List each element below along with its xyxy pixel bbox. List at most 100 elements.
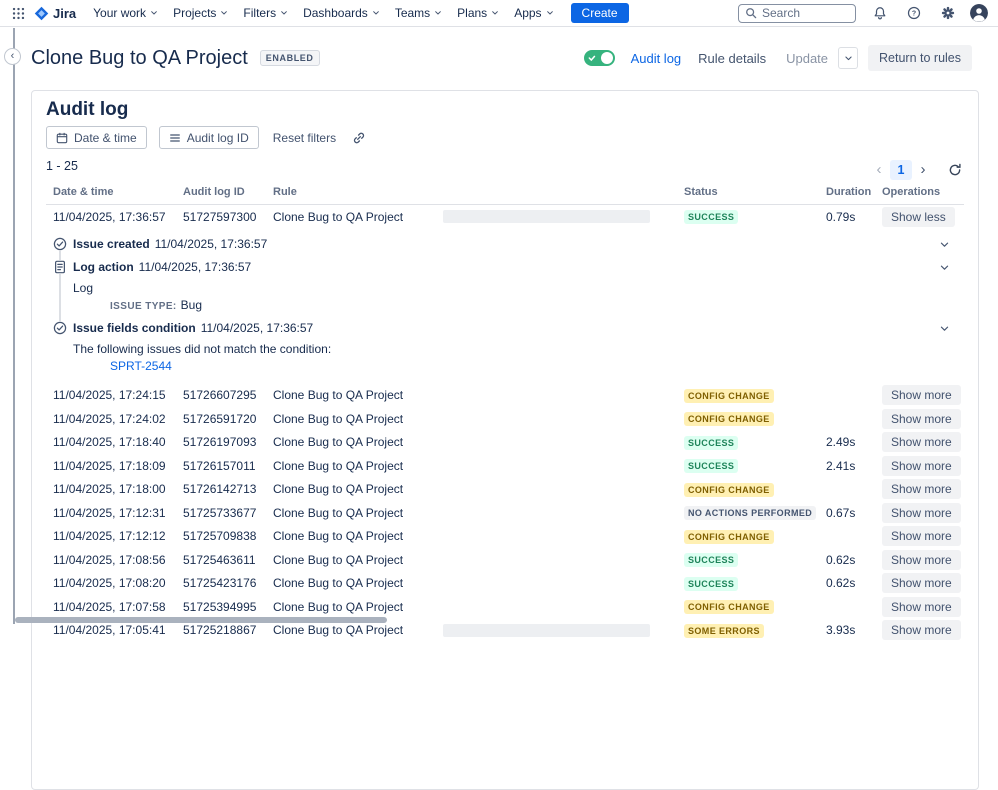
rule-enabled-toggle[interactable]: [584, 50, 615, 66]
row-rule: Clone Bug to QA Project: [273, 388, 403, 402]
nav-item-projects[interactable]: Projects: [166, 3, 235, 23]
show-more-button[interactable]: Show more: [882, 620, 961, 640]
return-to-rules-button[interactable]: Return to rules: [868, 45, 972, 71]
expand-item-button[interactable]: [937, 237, 952, 252]
result-range: 1 - 25: [46, 159, 78, 173]
update-button[interactable]: Update: [778, 47, 836, 70]
create-button[interactable]: Create: [571, 3, 629, 23]
chevron-down-icon: [280, 9, 288, 17]
row-status: SUCCESS: [684, 209, 826, 224]
status-badge: SUCCESS: [684, 577, 738, 591]
row-audit-log-id: 51726197093: [183, 435, 273, 449]
show-more-button[interactable]: Show more: [882, 409, 961, 429]
prev-page-button[interactable]: ‹: [871, 160, 887, 180]
chevron-down-icon: [939, 239, 950, 250]
help-button[interactable]: ?: [902, 2, 926, 24]
status-badge: CONFIG CHANGE: [684, 389, 774, 403]
row-status: SUCCESS: [684, 552, 826, 567]
table-row: 11/04/2025, 17:12:12 51725709838 Clone B…: [46, 525, 964, 549]
chevron-down-icon: [844, 54, 853, 63]
update-options-button[interactable]: [838, 47, 858, 69]
check-circle-icon: [53, 237, 67, 251]
show-more-button[interactable]: Show more: [882, 526, 961, 546]
top-navigation: Jira Your work Projects FiltersDashboards T…: [0, 0, 998, 27]
table-row: 11/04/2025, 17:18:09 51726157011 Clone B…: [46, 454, 964, 478]
show-more-button[interactable]: Show more: [882, 597, 961, 617]
nav-item-teams[interactable]: Teams: [388, 3, 449, 23]
show-more-button[interactable]: Show more: [882, 503, 961, 523]
nav-item-plans[interactable]: Plans: [450, 3, 506, 23]
show-more-button[interactable]: Show more: [882, 479, 961, 499]
settings-button[interactable]: [936, 2, 960, 24]
row-date: 11/04/2025, 17:18:40: [53, 435, 183, 449]
reset-filters-button[interactable]: Reset filters: [271, 131, 338, 145]
collapse-item-button[interactable]: [937, 260, 952, 275]
row-date: 11/04/2025, 17:24:15: [53, 388, 183, 402]
nav-item-label: Teams: [395, 6, 430, 20]
collapse-item-button[interactable]: [937, 321, 952, 336]
svg-text:?: ?: [912, 11, 916, 18]
filter-date-time-button[interactable]: Date & time: [46, 126, 147, 149]
row-audit-log-id: 51725423176: [183, 576, 273, 590]
row-audit-log-id: 51726591720: [183, 412, 273, 426]
search-input[interactable]: Search: [738, 4, 856, 23]
brand-name: Jira: [53, 6, 76, 21]
nav-item-label: Projects: [173, 6, 216, 20]
status-badge: SUCCESS: [684, 210, 738, 224]
status-badge: CONFIG CHANGE: [684, 483, 774, 497]
show-more-button[interactable]: Show more: [882, 385, 961, 405]
page-number-button[interactable]: 1: [890, 160, 912, 180]
row-audit-log-id: 51725709838: [183, 529, 273, 543]
row-rule: Clone Bug to QA Project: [273, 623, 403, 637]
chevron-down-icon: [150, 9, 158, 17]
show-more-button[interactable]: Show more: [882, 550, 961, 570]
next-page-button[interactable]: ›: [915, 160, 931, 180]
check-circle-icon: [53, 321, 67, 335]
search-placeholder: Search: [762, 6, 800, 20]
detail-item-time: 11/04/2025, 17:36:57: [201, 321, 314, 335]
row-audit-log-id: 51725394995: [183, 600, 273, 614]
show-less-button[interactable]: Show less: [882, 207, 955, 227]
nav-item-apps[interactable]: Apps: [507, 3, 560, 23]
row-rule: Clone Bug to QA Project: [273, 210, 403, 224]
toggle-knob: [601, 52, 613, 64]
tab-rule-details[interactable]: Rule details: [692, 47, 772, 70]
show-more-button[interactable]: Show more: [882, 573, 961, 593]
show-more-button[interactable]: Show more: [882, 432, 961, 452]
results-toolbar: 1 - 25 ‹ 1 ›: [46, 156, 964, 180]
log-output-value: ISSUE TYPE:Bug: [110, 297, 956, 315]
detail-item-time: 11/04/2025, 17:36:57: [139, 260, 252, 274]
table-row: 11/04/2025, 17:08:20 51725423176 Clone B…: [46, 572, 964, 596]
status-badge: SUCCESS: [684, 459, 738, 473]
audit-log-heading: Audit log: [46, 98, 964, 122]
nav-item-label: Your work: [93, 6, 146, 20]
row-rule: Clone Bug to QA Project: [273, 459, 403, 473]
filter-audit-log-id-button[interactable]: Audit log ID: [159, 126, 259, 149]
nav-item-label: Plans: [457, 6, 487, 20]
copy-link-button[interactable]: [350, 131, 368, 145]
row-duration: 0.79s: [826, 210, 882, 224]
notifications-button[interactable]: [868, 2, 892, 24]
sidebar-divider: [13, 28, 15, 624]
detail-item-time: 11/04/2025, 17:36:57: [155, 237, 268, 251]
jira-logo-icon: [34, 6, 49, 21]
nav-item-filters[interactable]: Filters: [236, 3, 295, 23]
row-duration: 2.41s: [826, 459, 882, 473]
row-rule: Clone Bug to QA Project: [273, 529, 403, 543]
nav-item-your-work[interactable]: Your work: [86, 3, 165, 23]
calendar-icon: [56, 132, 68, 144]
issue-link[interactable]: SPRT-2544: [110, 359, 172, 373]
search-icon: [745, 7, 757, 19]
horizontal-scrollbar[interactable]: [15, 617, 387, 623]
tab-audit-log[interactable]: Audit log: [625, 47, 688, 70]
refresh-button[interactable]: [946, 161, 964, 179]
jira-logo[interactable]: Jira: [34, 6, 76, 21]
refresh-icon: [948, 163, 962, 177]
app-switcher-button[interactable]: [6, 2, 30, 24]
row-rule: Clone Bug to QA Project: [273, 600, 403, 614]
nav-item-dashboards[interactable]: Dashboards: [296, 3, 387, 23]
user-avatar[interactable]: [970, 4, 988, 22]
show-more-button[interactable]: Show more: [882, 456, 961, 476]
row-date: 11/04/2025, 17:18:09: [53, 459, 183, 473]
sidebar-expand-button[interactable]: ‹: [4, 48, 21, 65]
